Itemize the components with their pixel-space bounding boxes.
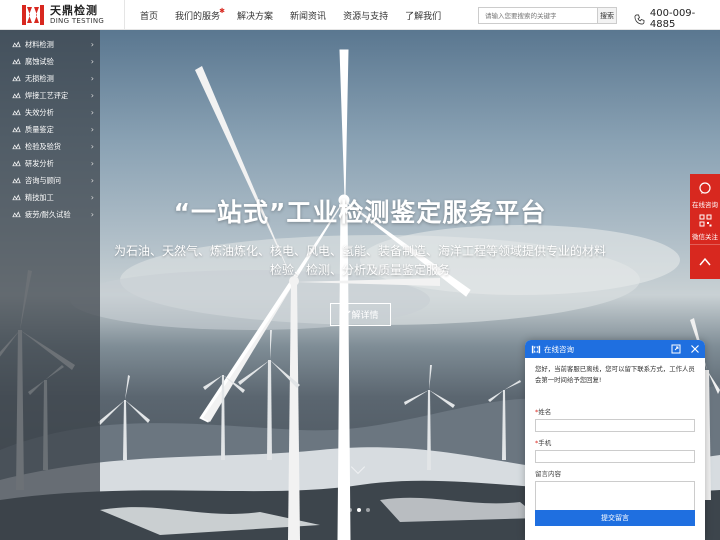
learn-more-button[interactable]: 了解详情 — [330, 303, 391, 326]
sidebar-item-label: 无损检测 — [25, 73, 54, 83]
header-divider — [124, 0, 125, 30]
name-label: *姓名 — [525, 406, 705, 416]
back-to-top-button[interactable] — [690, 244, 720, 279]
chevron-right-icon: › — [90, 40, 94, 49]
category-icon — [12, 210, 21, 217]
offline-message: 您好，当前客服已离线，您可以留下联系方式，工作人员会第一时间给予您回复! — [535, 365, 695, 384]
chevron-right-icon: › — [90, 91, 94, 100]
expand-icon[interactable] — [671, 344, 681, 354]
hero-subtitle-line2: 检验、检测、分析及质量鉴定服务 — [269, 263, 450, 277]
hero-title: “一站式”工业检测鉴定服务平台 — [173, 198, 547, 227]
phone-contact[interactable]: 400-009-4885 — [634, 8, 720, 30]
sidebar-item-label: 腐蚀试验 — [25, 56, 54, 66]
chevron-right-icon: › — [90, 176, 94, 185]
sidebar-item-label: 材料检测 — [25, 39, 54, 49]
search-input[interactable] — [479, 8, 597, 23]
logo-cn: 天鼎检测 — [50, 4, 98, 17]
category-icon — [12, 108, 21, 115]
chevron-right-icon: › — [90, 108, 94, 117]
sidebar-item-label: 失效分析 — [25, 107, 54, 117]
carousel-dot-2[interactable] — [357, 508, 361, 512]
hero-subtitle-line1: 为石油、天然气、炼油炼化、核电、风电、氢能、装备制造、海洋工程等领域提供专业的材… — [113, 244, 606, 258]
search-box: 搜索 — [478, 7, 617, 24]
category-icon — [12, 40, 21, 47]
nav-services[interactable]: 我们的服务 ✱ — [175, 7, 225, 22]
nav-news[interactable]: 新闻资讯 — [290, 9, 326, 22]
message-label: 留言内容 — [535, 470, 561, 478]
carousel-dot-1[interactable] — [348, 508, 352, 512]
category-icon — [12, 91, 21, 98]
main-nav: 首页 我们的服务 ✱ 解决方案 新闻资讯 资源与支持 了解我们 — [140, 0, 458, 30]
category-icon — [12, 159, 21, 166]
chevron-right-icon: › — [90, 57, 94, 66]
sidebar-item-ndt[interactable]: 无损检测 › — [0, 70, 100, 87]
chevron-right-icon: › — [90, 125, 94, 134]
chat-title: 在线咨询 — [544, 344, 574, 354]
sidebar-item-inspection[interactable]: 检验及验货 › — [0, 138, 100, 155]
float-wechat-label: 微信关注 — [692, 233, 718, 241]
sidebar-item-label: 检验及验货 — [25, 141, 61, 151]
nav-about[interactable]: 了解我们 — [405, 9, 441, 22]
search-button[interactable]: 搜索 — [597, 8, 616, 23]
category-icon — [12, 57, 21, 64]
category-icon — [12, 74, 21, 81]
sidebar-item-label: 焊接工艺评定 — [25, 90, 69, 100]
chat-bubble-icon — [699, 182, 711, 194]
sidebar-item-machining[interactable]: 精技加工 › — [0, 189, 100, 206]
nav-resources[interactable]: 资源与支持 — [343, 9, 388, 22]
chevron-up-icon — [699, 257, 711, 266]
sidebar-item-corrosion[interactable]: 腐蚀试验 › — [0, 53, 100, 70]
category-icon — [12, 176, 21, 183]
nav-home[interactable]: 首页 — [140, 9, 158, 22]
online-consult-panel: 在线咨询 您好，当前客服已离线，您可以留下联系方式，工作人员会第一时间给予您回复… — [525, 340, 705, 540]
sidebar-item-quality[interactable]: 质量鉴定 › — [0, 121, 100, 138]
sidebar-item-label: 质量鉴定 — [25, 124, 54, 134]
category-icon — [12, 142, 21, 149]
phone-number: 400-009-4885 — [649, 8, 696, 30]
sidebar-item-material[interactable]: 材料检测 › — [0, 36, 100, 53]
logo[interactable]: 天鼎检测 DING TESTING — [20, 3, 104, 27]
qr-code-icon — [699, 214, 711, 227]
category-icon — [12, 125, 21, 132]
close-icon[interactable] — [690, 344, 700, 354]
sidebar-item-welding[interactable]: 焊接工艺评定 › — [0, 87, 100, 104]
hot-dot-icon: ✱ — [219, 6, 226, 15]
sidebar-item-fatigue[interactable]: 疲劳/耐久试验 › — [0, 206, 100, 223]
sidebar-item-label: 研发分析 — [25, 158, 54, 168]
phone-field[interactable] — [535, 450, 695, 463]
sidebar-item-label: 咨询与顾问 — [25, 175, 61, 185]
sidebar-item-consulting[interactable]: 咨询与顾问 › — [0, 172, 100, 189]
logo-mark-icon — [22, 5, 44, 25]
chevron-right-icon: › — [90, 74, 94, 83]
sidebar-item-label: 精技加工 — [25, 192, 54, 202]
sidebar-item-rnd[interactable]: 研发分析 › — [0, 155, 100, 172]
service-sidebar: 材料检测 › 腐蚀试验 › 无损检测 › 焊接工艺评定 › 失效分析 › 质量鉴… — [0, 30, 100, 540]
float-wechat[interactable]: 微信关注 — [690, 212, 720, 241]
submit-message-button[interactable]: 提交留言 — [535, 510, 695, 526]
site-header: 天鼎检测 DING TESTING 首页 我们的服务 ✱ 解决方案 新闻资讯 资源… — [0, 0, 720, 30]
phone-label: *手机 — [525, 437, 705, 447]
name-field[interactable] — [535, 419, 695, 432]
sidebar-item-failure[interactable]: 失效分析 › — [0, 104, 100, 121]
float-consult[interactable]: 在线咨询 — [690, 180, 720, 209]
chevron-right-icon: › — [90, 210, 94, 219]
chevron-right-icon: › — [90, 142, 94, 151]
name-label-text: 姓名 — [538, 408, 552, 416]
category-icon — [12, 193, 21, 200]
float-consult-label: 在线咨询 — [692, 201, 718, 209]
logo-mark-icon — [531, 345, 541, 353]
nav-solutions[interactable]: 解决方案 — [237, 9, 273, 22]
nav-services-label: 我们的服务 — [175, 11, 221, 22]
chevron-right-icon: › — [90, 193, 94, 202]
phone-label-text: 手机 — [538, 439, 552, 447]
chat-header: 在线咨询 — [525, 340, 705, 358]
sidebar-item-label: 疲劳/耐久试验 — [25, 209, 71, 219]
phone-icon — [634, 14, 645, 24]
carousel-dots — [348, 508, 370, 512]
carousel-dot-3[interactable] — [366, 508, 370, 512]
chevron-right-icon: › — [90, 159, 94, 168]
logo-en: DING TESTING — [50, 17, 105, 25]
